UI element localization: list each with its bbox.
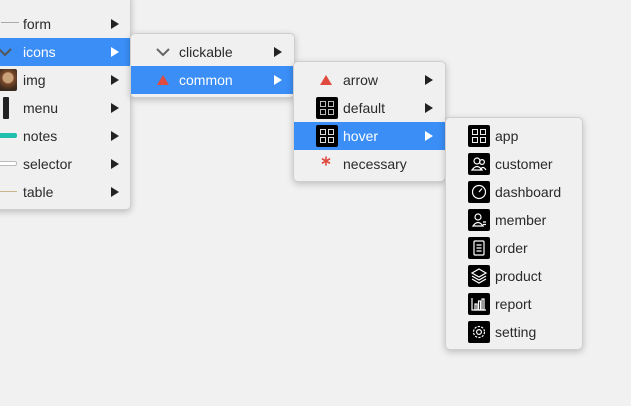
menu-item-label: menu <box>23 100 59 116</box>
menu-item-label: necessary <box>343 156 407 172</box>
submenu-arrow-icon <box>111 131 119 141</box>
app-grid-icon <box>316 125 338 147</box>
menu-icon <box>3 97 9 119</box>
menu-item-app[interactable]: app <box>446 122 582 150</box>
submenu-arrow-icon <box>111 159 119 169</box>
menu-item-label: form <box>23 16 51 32</box>
menu-item-icons[interactable]: icons <box>0 38 130 66</box>
app-grid-icon <box>468 125 490 147</box>
menu-item-label: hover <box>343 128 379 144</box>
menu-level-4: app customer dashboard member order prod… <box>445 117 583 350</box>
menu-item-member[interactable]: member <box>446 206 582 234</box>
menu-item-clickable[interactable]: clickable <box>131 38 294 66</box>
submenu-arrow-icon <box>111 187 119 197</box>
menu-item-label: common <box>179 72 233 88</box>
menu-item-label: img <box>23 72 46 88</box>
menu-item-label: setting <box>495 324 537 340</box>
menu-item-necessary[interactable]: necessary <box>294 150 445 178</box>
red-triangle-icon <box>157 75 169 85</box>
menu-item-label: product <box>495 268 542 284</box>
member-icon <box>468 209 490 231</box>
submenu-arrow-icon <box>274 75 282 85</box>
product-box-icon <box>468 265 490 287</box>
menu-item-setting[interactable]: setting <box>446 318 582 346</box>
table-icon <box>0 191 17 192</box>
menu-item-form[interactable]: form <box>0 10 130 38</box>
menu-item-label: default <box>343 100 386 116</box>
menu-item-label: table <box>23 184 54 200</box>
report-chart-icon <box>468 293 490 315</box>
asterisk-icon <box>321 156 331 166</box>
menu-item-label: app <box>495 128 519 144</box>
dashboard-gauge-icon <box>468 181 490 203</box>
gear-icon <box>468 321 490 343</box>
menu-level-1: form icons img menu notes selector table <box>0 0 131 210</box>
submenu-arrow-icon <box>111 47 119 57</box>
form-icon <box>1 22 19 23</box>
customer-icon <box>468 153 490 175</box>
app-grid-icon <box>316 97 338 119</box>
menu-item-default[interactable]: default <box>294 94 445 122</box>
selector-icon <box>0 161 17 166</box>
notes-icon <box>0 133 17 138</box>
menu-level-3: arrow default hover necessary <box>293 61 446 182</box>
img-thumbnail-icon <box>0 69 17 91</box>
red-triangle-icon <box>320 75 332 85</box>
menu-item-product[interactable]: product <box>446 262 582 290</box>
menu-item-img[interactable]: img <box>0 66 130 94</box>
submenu-arrow-icon <box>111 75 119 85</box>
submenu-arrow-icon <box>425 103 433 113</box>
menu-item-label: clickable <box>179 44 233 60</box>
menu-item-notes[interactable]: notes <box>0 122 130 150</box>
menu-item-label: customer <box>495 156 553 172</box>
menu-item-label: notes <box>23 128 58 144</box>
menu-item-label: report <box>495 296 532 312</box>
submenu-arrow-icon <box>111 103 119 113</box>
order-document-icon <box>468 237 490 259</box>
menu-item-table[interactable]: table <box>0 178 130 206</box>
menu-item-menu[interactable]: menu <box>0 94 130 122</box>
submenu-arrow-icon <box>111 19 119 29</box>
menu-item-label: arrow <box>343 72 379 88</box>
chevron-down-icon <box>0 48 12 57</box>
menu-item-label: selector <box>23 156 73 172</box>
menu-item-arrow[interactable]: arrow <box>294 66 445 94</box>
menu-item-common[interactable]: common <box>131 66 294 94</box>
submenu-arrow-icon <box>425 75 433 85</box>
menu-item-customer[interactable]: customer <box>446 150 582 178</box>
menu-item-dashboard[interactable]: dashboard <box>446 178 582 206</box>
menu-item-label: dashboard <box>495 184 562 200</box>
menu-item-order[interactable]: order <box>446 234 582 262</box>
menu-item-hover[interactable]: hover <box>294 122 445 150</box>
menu-item-report[interactable]: report <box>446 290 582 318</box>
submenu-arrow-icon <box>274 47 282 57</box>
menu-level-2: clickable common <box>130 33 295 98</box>
menu-item-selector[interactable]: selector <box>0 150 130 178</box>
menu-item-label: order <box>495 240 528 256</box>
menu-item-label: member <box>495 212 547 228</box>
chevron-down-icon <box>156 48 170 57</box>
menu-item-label: icons <box>23 44 56 60</box>
submenu-arrow-icon <box>425 131 433 141</box>
